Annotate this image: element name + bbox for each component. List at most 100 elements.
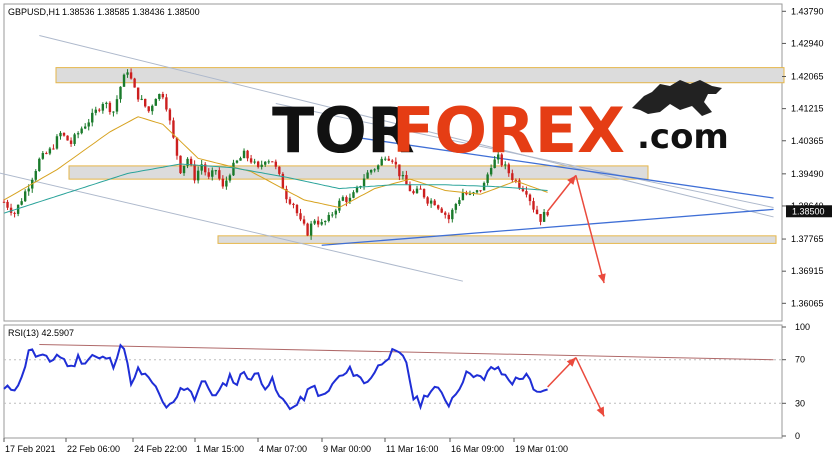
time-tick-label: 22 Feb 06:00 (67, 444, 120, 454)
candle-body (232, 162, 235, 176)
ohlc-label: 1.38536 1.38585 1.38436 1.38500 (62, 7, 200, 17)
rsi-tick-label: 0 (795, 431, 800, 441)
candle-body (302, 219, 306, 224)
candle-body (2, 201, 6, 203)
candle-body (73, 134, 76, 144)
price-tick-label: 1.42940 (791, 38, 824, 48)
candle-body (468, 193, 472, 195)
candle-body (151, 105, 154, 112)
candle-body (489, 168, 493, 175)
candle-body (165, 97, 168, 110)
candle-body (352, 192, 355, 198)
price-zone (217, 235, 777, 244)
candle-body (532, 201, 535, 210)
candle-body (447, 214, 450, 220)
time-tick-label: 19 Mar 01:00 (515, 444, 568, 454)
torforex-watermark: TOR FOREX .com (272, 80, 729, 167)
candle-body (48, 148, 52, 154)
candle-body (429, 200, 433, 204)
candle-body (214, 170, 217, 172)
candle-body (129, 72, 133, 79)
candle-body (6, 201, 9, 208)
candle-body (87, 122, 90, 127)
candle-body (313, 220, 316, 224)
price-tick-label: 1.36915 (791, 266, 824, 276)
candle-body (260, 164, 263, 167)
candle-body (479, 190, 482, 192)
candle-body (535, 209, 539, 215)
price-tick-label: 1.39490 (791, 169, 824, 179)
watermark-forex: FOREX (392, 94, 625, 167)
candle-body (362, 178, 366, 186)
candle-body (34, 171, 37, 180)
candle-body (338, 200, 341, 211)
time-tick-label: 24 Feb 22:00 (134, 444, 187, 454)
candle-body (511, 173, 514, 180)
candle-body (454, 203, 458, 210)
candle-body (133, 78, 136, 88)
price-tick-label: 1.37765 (791, 234, 824, 244)
candle-body (242, 150, 246, 159)
candle-body (278, 166, 281, 174)
candle-body (105, 102, 108, 105)
candle-body (91, 112, 94, 123)
candle-body (433, 200, 436, 206)
candle-body (539, 214, 542, 222)
candle-body (327, 214, 330, 221)
candle-body (69, 140, 73, 144)
candle-body (168, 109, 172, 121)
time-tick-label: 9 Mar 00:00 (323, 444, 371, 454)
price-tick-label: 1.41215 (791, 104, 824, 114)
candle-body (341, 197, 345, 201)
candle-body (412, 191, 415, 194)
candle-body (436, 205, 440, 209)
candle-body (246, 150, 249, 159)
candle-body (112, 111, 115, 113)
candle-body (94, 109, 97, 113)
candle-body (316, 220, 320, 225)
candle-body (486, 174, 489, 183)
candle-body (27, 188, 30, 192)
candle-body (525, 191, 528, 195)
rsi-tick-label: 70 (795, 355, 805, 365)
candle-body (23, 191, 27, 202)
candle-body (475, 190, 479, 193)
candle-body (249, 158, 253, 163)
candle-body (422, 188, 426, 198)
price-tick-label: 1.42065 (791, 72, 824, 82)
candle-body (140, 98, 143, 100)
candle-body (444, 212, 447, 215)
time-tick-label: 17 Feb 2021 (5, 444, 56, 454)
candle-body (239, 158, 242, 161)
current-price-label: 1.38500 (792, 206, 825, 216)
price-zone (55, 67, 785, 84)
candle-body (419, 188, 422, 190)
candle-body (458, 200, 461, 204)
candle-body (415, 188, 419, 194)
candle-body (207, 172, 210, 177)
time-tick-label: 4 Mar 07:00 (259, 444, 307, 454)
candle-body (62, 132, 66, 136)
candle-body (334, 210, 338, 215)
candle-body (331, 214, 334, 216)
candle-body (154, 98, 157, 106)
candle-body (401, 175, 405, 177)
candle-body (228, 175, 232, 181)
candle-body (66, 135, 69, 141)
symbol-label: GBPUSD,H1 (8, 7, 60, 17)
candle-body (196, 170, 200, 181)
candle-body (38, 158, 41, 172)
candle-body (267, 161, 270, 163)
candle-body (324, 220, 327, 223)
candle-body (126, 72, 129, 75)
candle-body (122, 74, 126, 87)
candle-body (306, 223, 309, 236)
candle-body (211, 170, 214, 177)
candle-body (218, 170, 221, 179)
candle-body (546, 211, 549, 216)
candle-body (20, 201, 23, 205)
candle-body (41, 153, 45, 159)
rsi-label: RSI(13) 42.5907 (8, 328, 74, 338)
price-tick-label: 1.43790 (791, 6, 824, 16)
candle-body (288, 199, 292, 204)
